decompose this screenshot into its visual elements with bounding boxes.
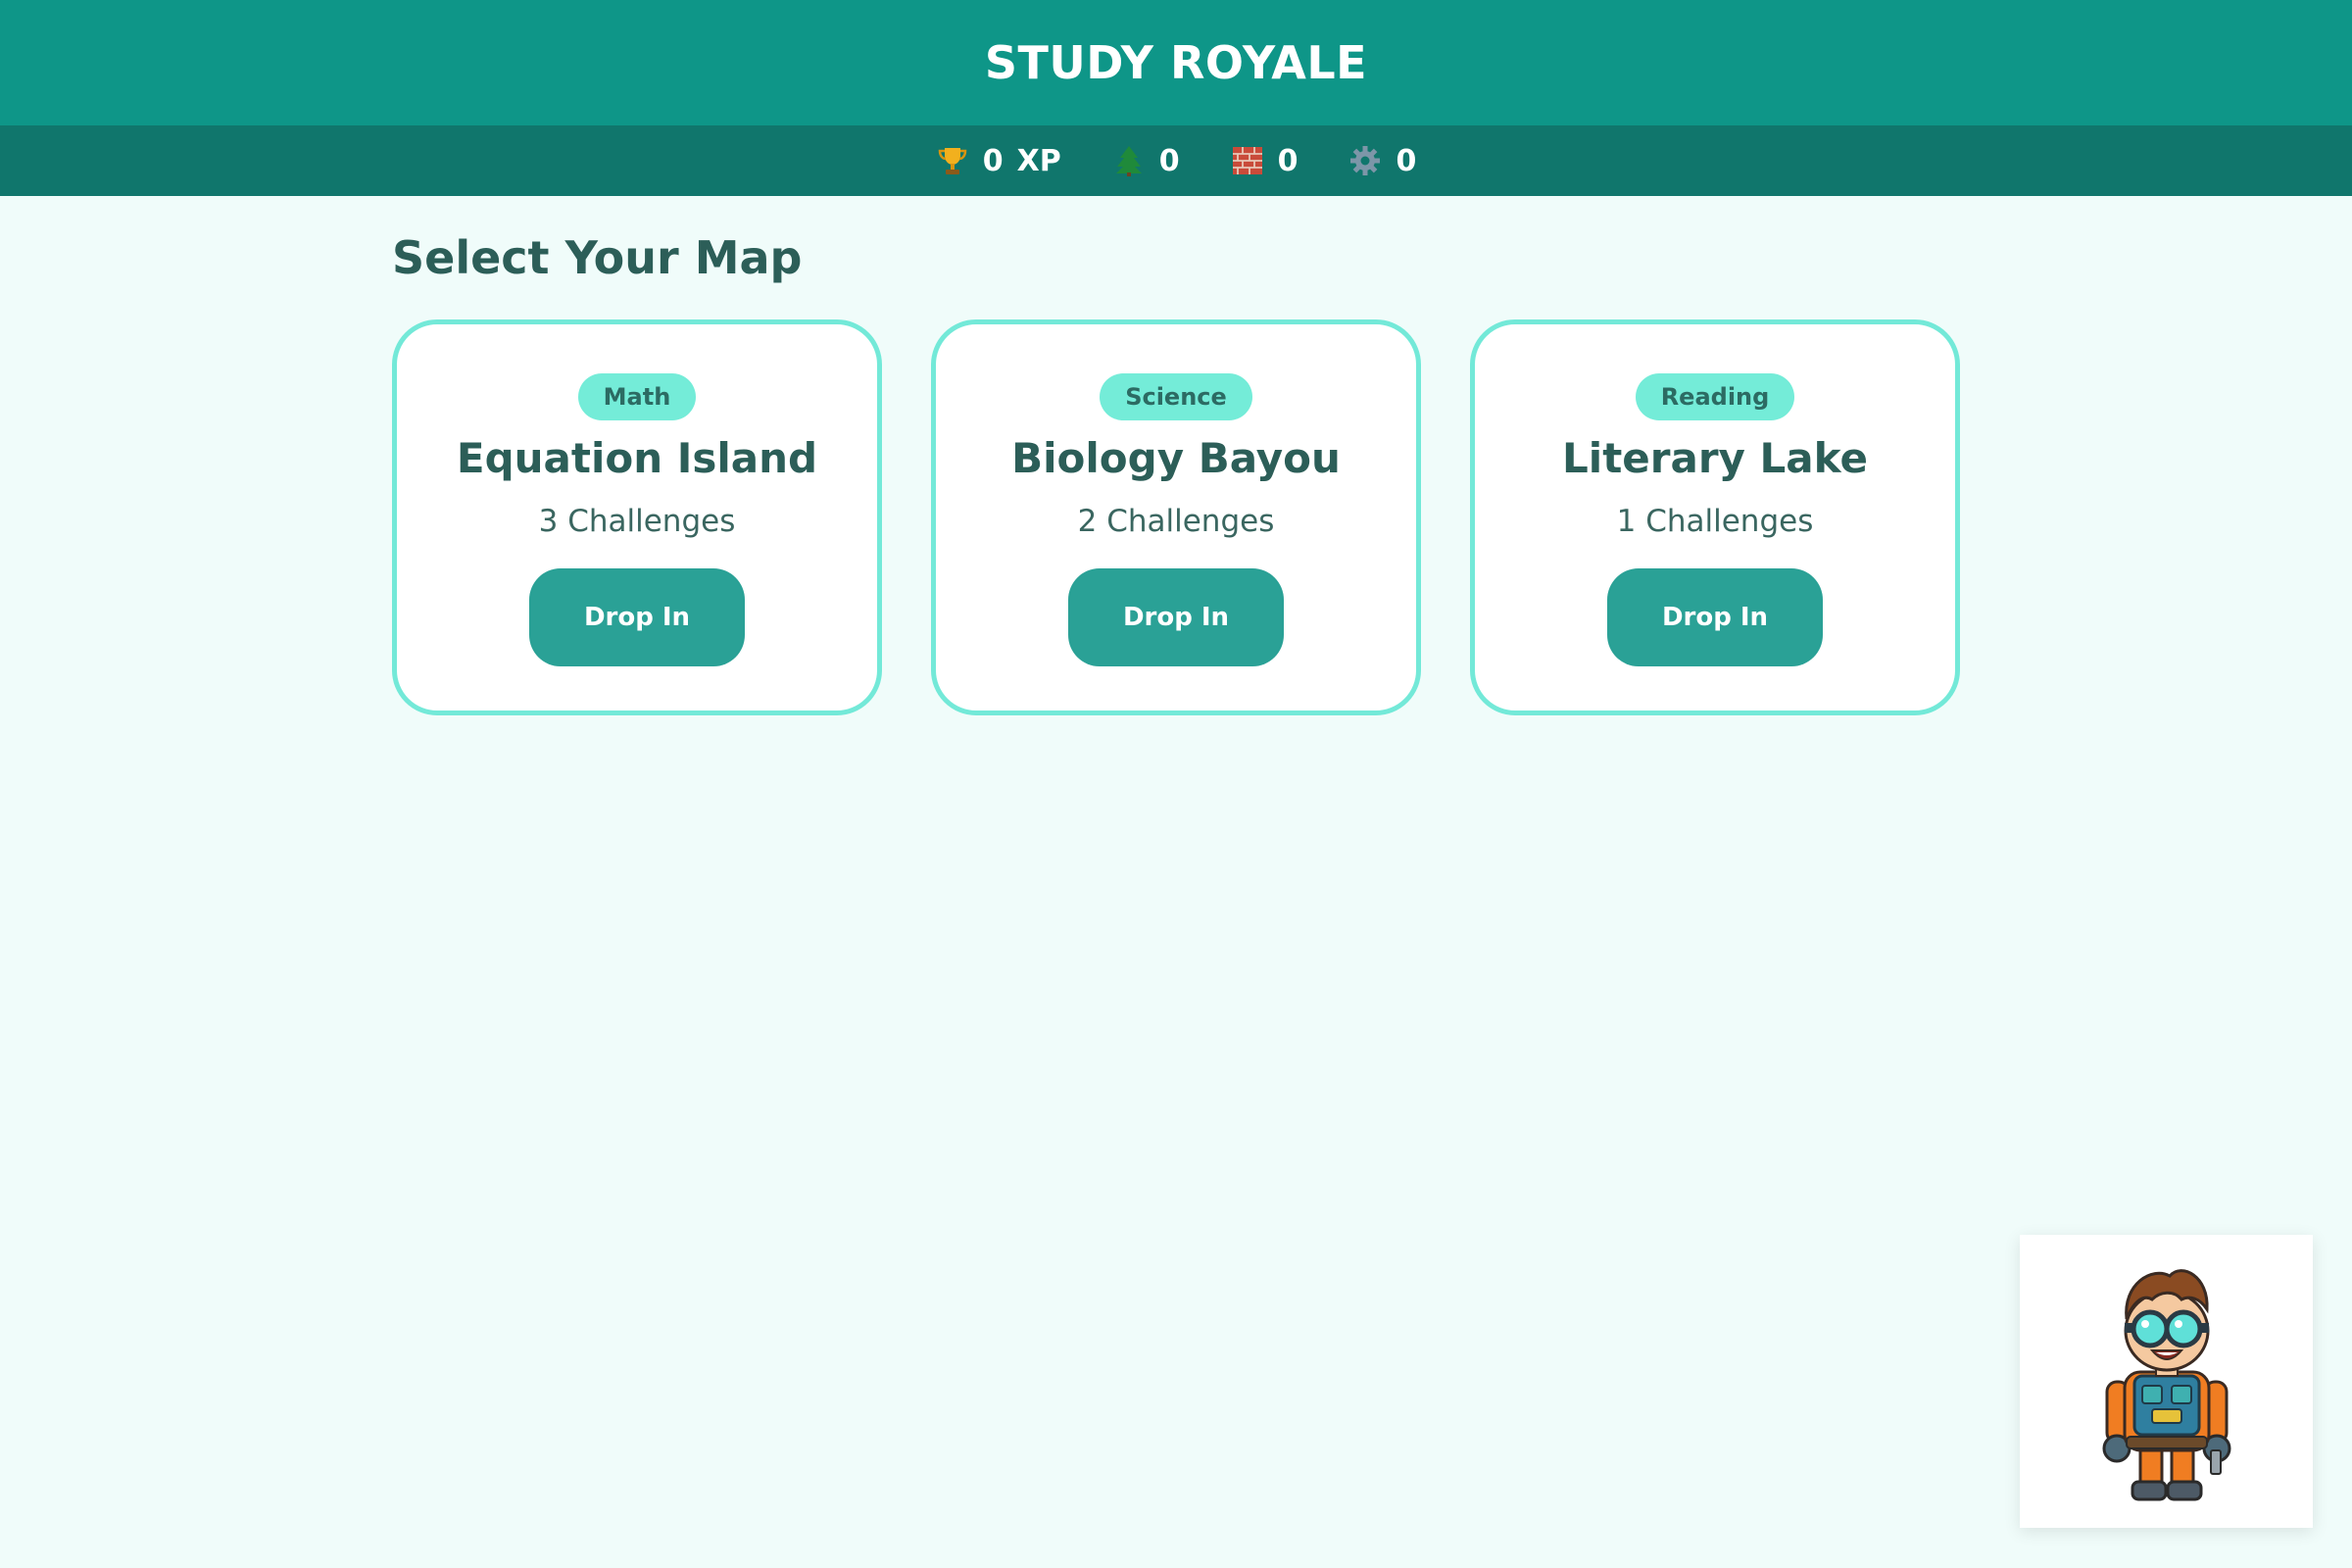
map-name: Literary Lake bbox=[1562, 434, 1868, 482]
app-title: STUDY ROYALE bbox=[984, 36, 1368, 89]
subject-badge: Math bbox=[577, 373, 697, 420]
main-content: Select Your Map Math Equation Island 3 C… bbox=[392, 196, 1960, 715]
drop-in-button[interactable]: Drop In bbox=[1068, 568, 1284, 666]
stat-metal: 0 bbox=[1348, 144, 1416, 178]
metal-value: 0 bbox=[1396, 143, 1417, 178]
character-avatar-icon bbox=[2102, 1268, 2230, 1500]
subject-badge: Science bbox=[1100, 373, 1252, 420]
challenge-count: 3 Challenges bbox=[538, 504, 736, 539]
map-card-reading: Reading Literary Lake 1 Challenges Drop … bbox=[1470, 319, 1960, 715]
tree-icon bbox=[1112, 144, 1146, 177]
gear-icon bbox=[1348, 144, 1382, 177]
wood-value: 0 bbox=[1158, 143, 1180, 178]
challenge-count: 2 Challenges bbox=[1077, 504, 1275, 539]
map-name: Biology Bayou bbox=[1011, 434, 1341, 482]
page-title: Select Your Map bbox=[392, 231, 803, 284]
app-header: STUDY ROYALE bbox=[0, 0, 2352, 125]
map-card-science: Science Biology Bayou 2 Challenges Drop … bbox=[931, 319, 1421, 715]
avatar[interactable] bbox=[2020, 1235, 2313, 1528]
subject-badge: Reading bbox=[1635, 373, 1795, 420]
map-name: Equation Island bbox=[456, 434, 818, 482]
xp-unit: XP bbox=[1016, 143, 1061, 178]
drop-in-button[interactable]: Drop In bbox=[529, 568, 745, 666]
brick-icon bbox=[1231, 144, 1264, 177]
challenge-count: 1 Challenges bbox=[1616, 504, 1814, 539]
stat-wood: 0 bbox=[1112, 144, 1180, 178]
xp-value: 0 bbox=[982, 143, 1004, 178]
stat-brick: 0 bbox=[1231, 144, 1298, 178]
stats-bar: 0 XP 0 0 0 bbox=[0, 125, 2352, 196]
brick-value: 0 bbox=[1277, 143, 1298, 178]
stat-xp: 0 XP bbox=[936, 144, 1061, 178]
map-card-math: Math Equation Island 3 Challenges Drop I… bbox=[392, 319, 882, 715]
trophy-icon bbox=[936, 144, 969, 177]
drop-in-button[interactable]: Drop In bbox=[1607, 568, 1823, 666]
map-list: Math Equation Island 3 Challenges Drop I… bbox=[392, 319, 1960, 715]
